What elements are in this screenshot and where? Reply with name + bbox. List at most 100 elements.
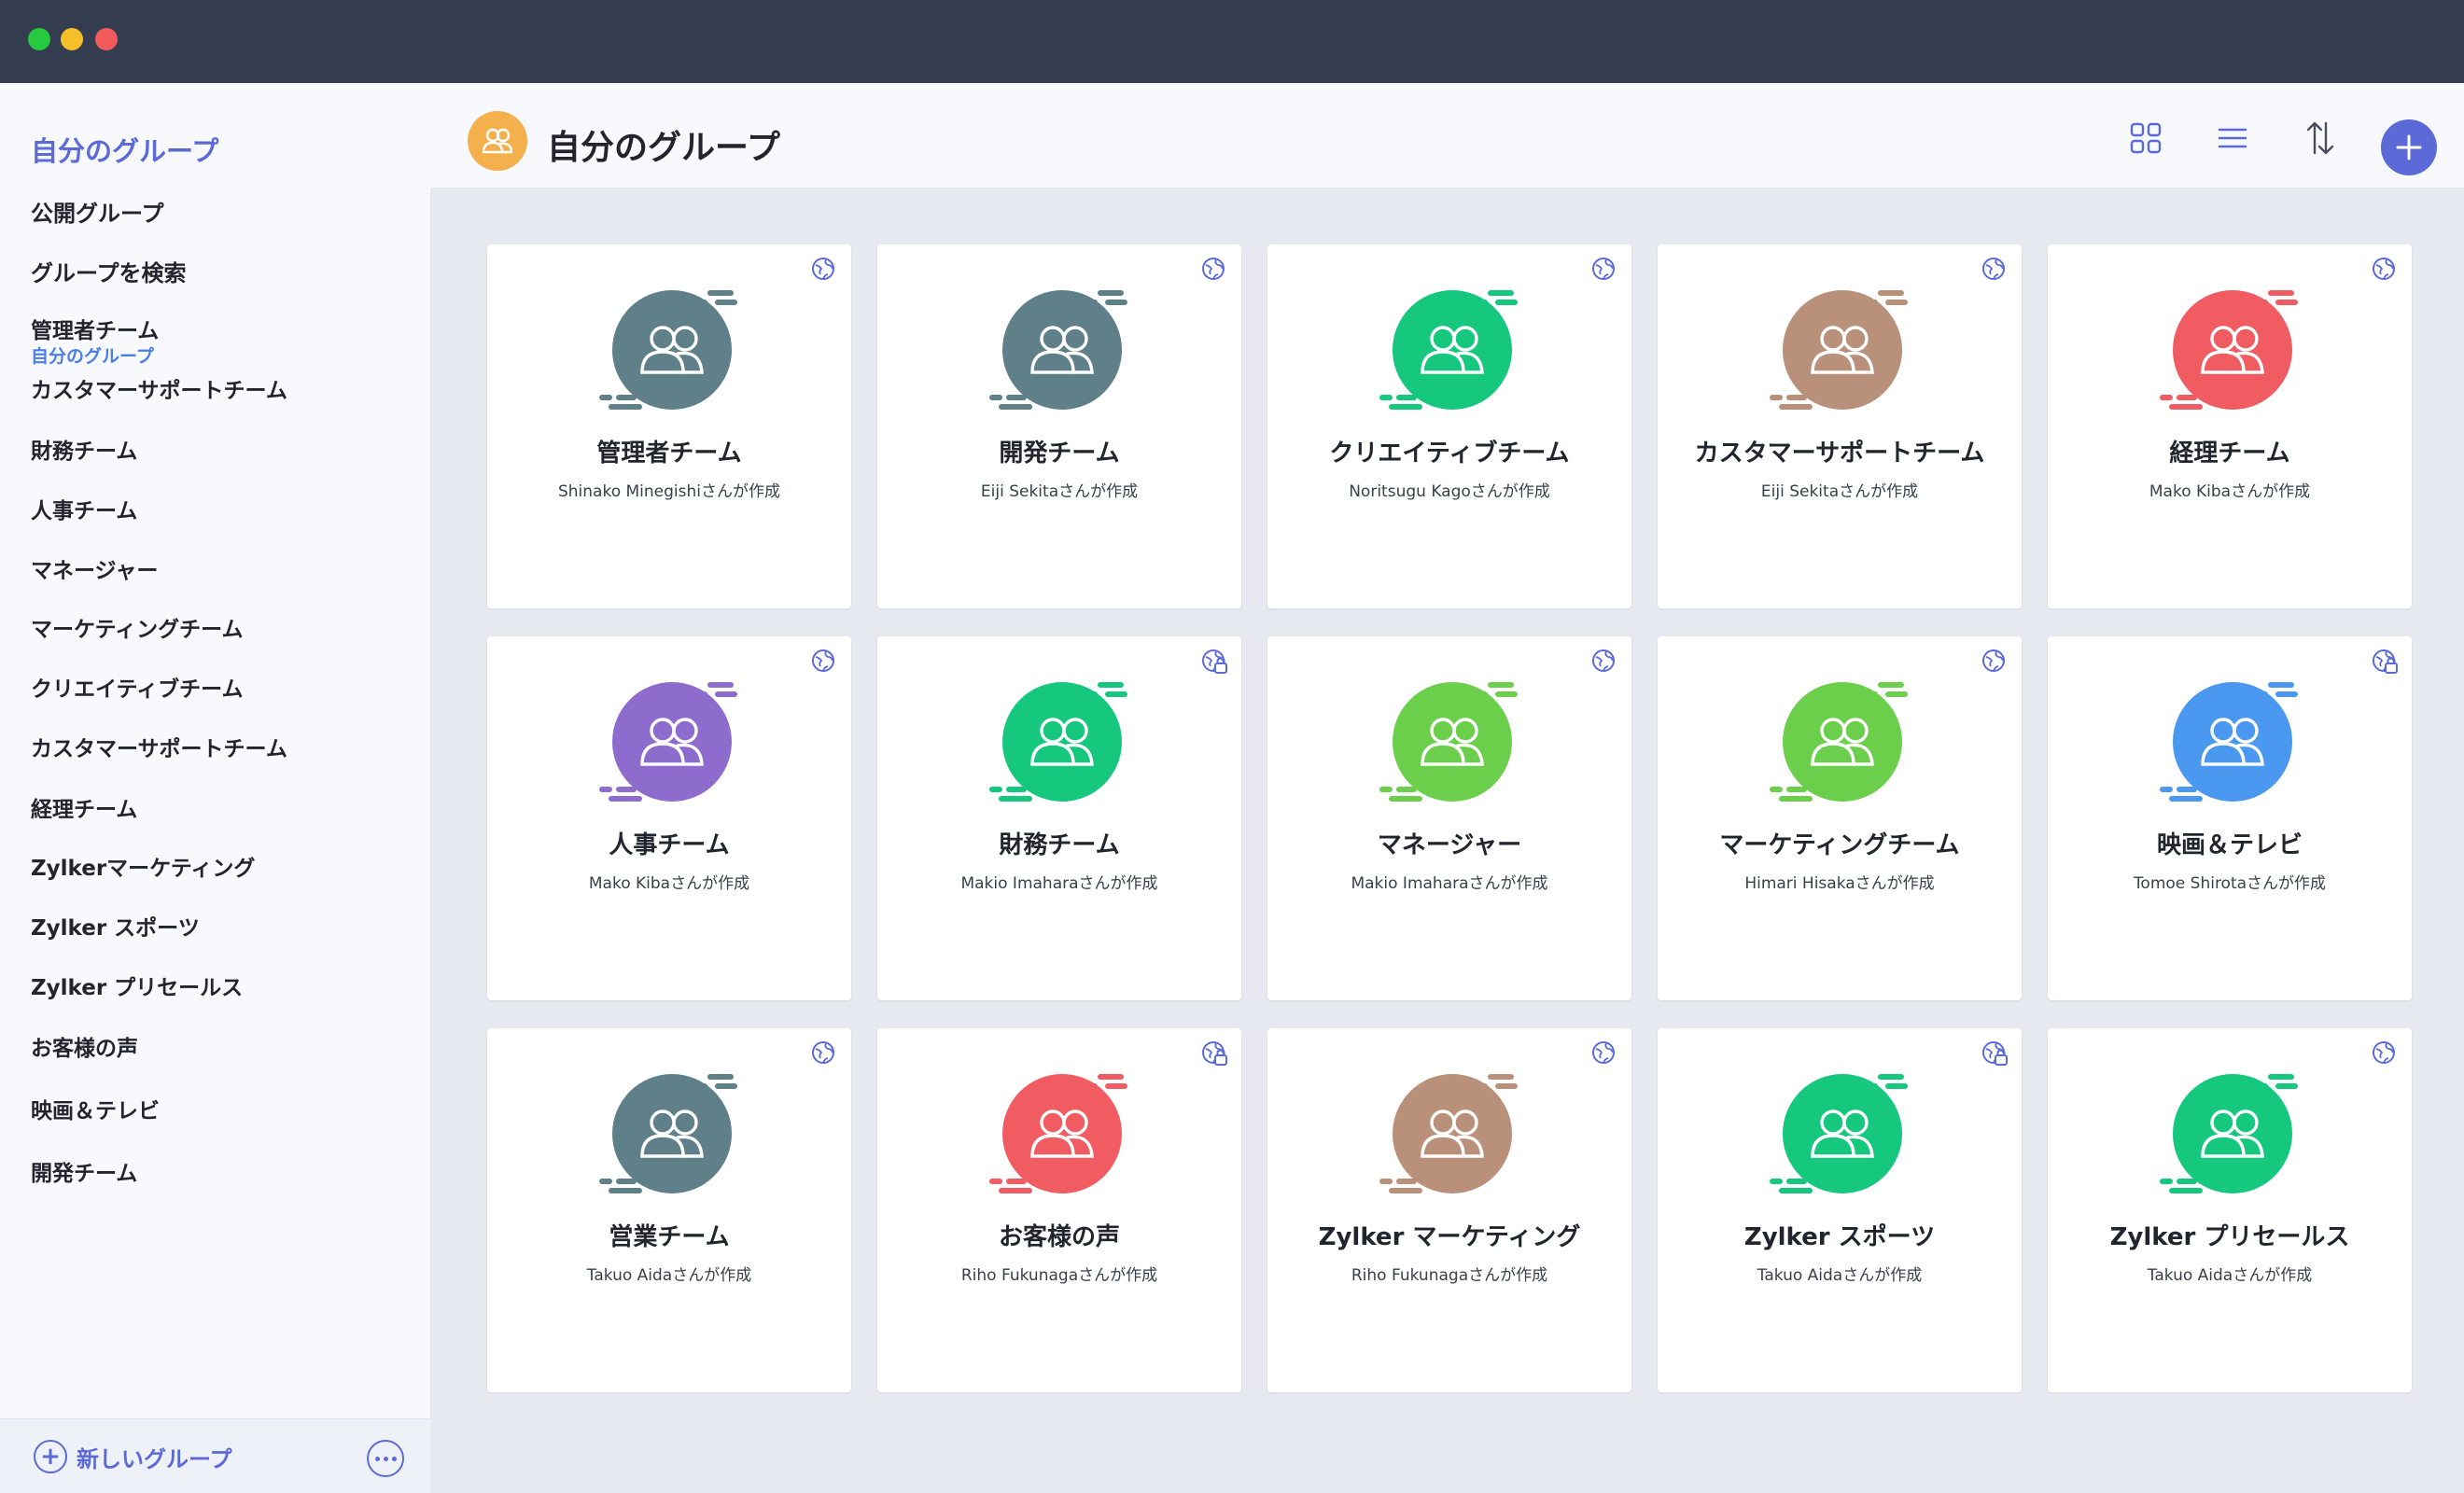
sidebar-group-item[interactable]: 経理チーム (31, 791, 137, 823)
group-card[interactable]: Zylker プリセールス Takuo Aidaさんが作成 (2048, 1028, 2412, 1392)
sidebar-group-item[interactable]: お客様の声 (31, 1030, 138, 1062)
sidebar-item-search-groups[interactable]: グループを検索 (31, 255, 187, 287)
group-name: お客様の声 (998, 1223, 1120, 1251)
group-card[interactable]: マーケティングチーム Himari Hisakaさんが作成 (1658, 636, 2022, 1000)
group-avatar-icon (1766, 1070, 1919, 1201)
group-card[interactable]: マネージャー Makio Imaharaさんが作成 (1267, 636, 1631, 1000)
group-name: 営業チーム (609, 1223, 730, 1251)
sidebar-section-label: 自分のグループ (31, 346, 154, 367)
sidebar-group-item[interactable]: マーケティングチーム (31, 611, 243, 643)
group-avatar-icon (986, 1070, 1139, 1201)
globe-lock-icon (2371, 648, 2399, 676)
group-name: 開発チーム (999, 440, 1120, 467)
group-avatar-icon (986, 286, 1139, 417)
sidebar-group-item[interactable]: 映画＆テレビ (31, 1093, 160, 1124)
group-name: 経理チーム (2169, 440, 2290, 467)
group-avatar-icon (1376, 1070, 1529, 1201)
group-name: カスタマーサポートチーム (1694, 440, 1985, 467)
group-card[interactable]: 開発チーム Eiji Sekitaさんが作成 (877, 244, 1241, 608)
window-minimize-button[interactable] (61, 28, 83, 50)
globe-icon (810, 1040, 838, 1067)
group-card[interactable]: Zylker マーケティング Riho Fukunagaさんが作成 (1267, 1028, 1631, 1392)
new-group-label: 新しいグループ (77, 1445, 232, 1472)
people-icon (468, 111, 527, 171)
group-card[interactable]: 経理チーム Mako Kibaさんが作成 (2048, 244, 2412, 608)
sidebar-group-item[interactable]: 人事チーム (31, 493, 137, 524)
grid-view-icon (2130, 122, 2162, 154)
sidebar-group-item[interactable]: カスタマーサポートチーム (31, 731, 287, 762)
globe-icon (1590, 648, 1618, 676)
group-card[interactable]: 映画＆テレビ Tomoe Shirotaさんが作成 (2048, 636, 2412, 1000)
group-avatar-icon (986, 678, 1139, 809)
sidebar-group-item[interactable]: Zylker スポーツ (31, 910, 200, 942)
group-avatar-icon (2156, 678, 2309, 809)
globe-lock-icon (1200, 1040, 1228, 1067)
group-card[interactable]: 人事チーム Mako Kibaさんが作成 (487, 636, 851, 1000)
sidebar-group-item[interactable]: カスタマーサポートチーム (31, 372, 287, 404)
group-card[interactable]: Zylker スポーツ Takuo Aidaさんが作成 (1658, 1028, 2022, 1392)
group-card[interactable]: クリエイティブチーム Noritsugu Kagoさんが作成 (1267, 244, 1631, 608)
group-name: Zylker プリセールス (2109, 1223, 2350, 1251)
group-creator: Mako Kibaさんが作成 (588, 874, 750, 893)
sidebar-group-item[interactable]: 開発チーム (31, 1155, 137, 1187)
group-card[interactable]: 財務チーム Makio Imaharaさんが作成 (877, 636, 1241, 1000)
sidebar-item-public-groups[interactable]: 公開グループ (31, 195, 164, 228)
group-creator: Tomoe Shirotaさんが作成 (2133, 874, 2327, 893)
group-name: Zylker マーケティング (1318, 1223, 1581, 1251)
globe-lock-icon (1981, 1040, 2009, 1067)
group-creator: Takuo Aidaさんが作成 (586, 1266, 752, 1285)
group-avatar-icon (595, 678, 749, 809)
globe-icon (810, 648, 838, 676)
group-card[interactable]: お客様の声 Riho Fukunagaさんが作成 (877, 1028, 1241, 1392)
sidebar-footer: + 新しいグループ (0, 1418, 430, 1493)
group-creator: Noritsugu Kagoさんが作成 (1349, 482, 1550, 501)
new-group-button[interactable]: + 新しいグループ (34, 1440, 232, 1473)
sidebar-group-item[interactable]: Zylkerマーケティング (31, 850, 255, 882)
window-close-button[interactable] (95, 28, 118, 50)
group-card[interactable]: 管理者チーム Shinako Minegishiさんが作成 (487, 244, 851, 608)
group-creator: Shinako Minegishiさんが作成 (557, 482, 781, 501)
group-creator: Riho Fukunagaさんが作成 (1351, 1266, 1548, 1285)
group-creator: Takuo Aidaさんが作成 (1757, 1266, 1923, 1285)
globe-icon (1200, 256, 1228, 284)
sort-button[interactable] (2300, 118, 2341, 159)
sort-icon (2306, 121, 2334, 155)
group-creator: Mako Kibaさんが作成 (2149, 482, 2311, 501)
grid-view-button[interactable] (2125, 118, 2166, 159)
group-name: マネージャー (1377, 831, 1522, 859)
group-creator: Makio Imaharaさんが作成 (960, 874, 1158, 893)
more-options-button[interactable] (367, 1440, 404, 1477)
window-maximize-button[interactable] (28, 28, 50, 50)
group-name: Zylker スポーツ (1743, 1223, 1936, 1251)
group-name: 管理者チーム (596, 440, 742, 467)
group-avatar-icon (2156, 286, 2309, 417)
sidebar-group-item[interactable]: マネージャー (31, 552, 158, 584)
sidebar: 自分のグループ 公開グループ グループを検索 自分のグループ 管理者チームカスタ… (0, 83, 430, 1493)
globe-icon (1590, 1040, 1618, 1067)
window-titlebar (0, 0, 2464, 83)
globe-icon (2371, 256, 2399, 284)
group-card[interactable]: カスタマーサポートチーム Eiji Sekitaさんが作成 (1658, 244, 2022, 608)
sidebar-group-item[interactable]: クリエイティブチーム (31, 671, 243, 703)
page-title: 自分のグループ (547, 129, 780, 167)
group-avatar-icon (595, 1070, 749, 1201)
group-avatar-icon (1376, 678, 1529, 809)
group-creator: Makio Imaharaさんが作成 (1351, 874, 1548, 893)
group-creator: Eiji Sekitaさんが作成 (1760, 482, 1919, 501)
list-view-button[interactable] (2212, 118, 2253, 159)
globe-icon (1981, 648, 2009, 676)
group-card[interactable]: 営業チーム Takuo Aidaさんが作成 (487, 1028, 851, 1392)
page-header: 自分のグループ (430, 83, 2464, 188)
add-group-button[interactable] (2381, 119, 2437, 175)
globe-icon (810, 256, 838, 284)
sidebar-group-item[interactable]: Zylker プリセールス (31, 970, 243, 1001)
group-avatar-icon (1766, 678, 1919, 809)
sidebar-group-item[interactable]: 管理者チーム (31, 313, 159, 344)
group-name: クリエイティブチーム (1329, 440, 1570, 467)
group-name: 人事チーム (609, 831, 730, 859)
add-icon (2396, 134, 2422, 160)
sidebar-item-my-groups[interactable]: 自分のグループ (31, 130, 218, 169)
globe-lock-icon (1200, 648, 1228, 676)
sidebar-group-item[interactable]: 財務チーム (31, 433, 137, 465)
group-name: マーケティングチーム (1719, 831, 1960, 859)
